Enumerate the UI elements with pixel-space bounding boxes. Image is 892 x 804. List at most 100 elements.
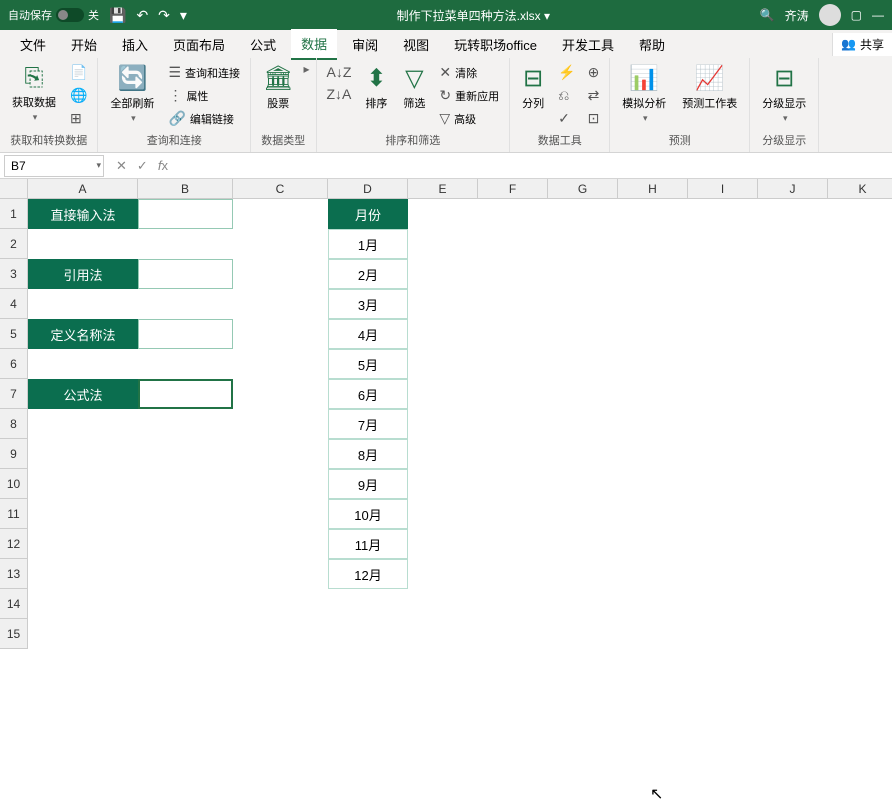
cell-A3[interactable]: 引用法 — [28, 259, 138, 289]
cancel-icon[interactable]: ✕ — [116, 158, 127, 174]
cell-A1[interactable]: 直接输入法 — [28, 199, 138, 229]
col-header-F[interactable]: F — [478, 179, 548, 199]
row-header-15[interactable]: 15 — [0, 619, 28, 649]
row-header-9[interactable]: 9 — [0, 439, 28, 469]
row-header-1[interactable]: 1 — [0, 199, 28, 229]
refresh-all-button[interactable]: 🔄 全部刷新 — [104, 62, 160, 126]
name-box-dropdown-icon[interactable]: ▾ — [96, 160, 101, 171]
cell-D8[interactable]: 7月 — [328, 409, 408, 439]
data-validation-button[interactable]: ✓ — [554, 108, 579, 129]
from-table-button[interactable]: ⊞ — [66, 108, 91, 129]
tab-page-layout[interactable]: 页面布局 — [163, 30, 235, 59]
consolidate-button[interactable]: ⊕ — [584, 62, 604, 83]
cell-B3[interactable] — [138, 259, 233, 289]
cell-D10[interactable]: 9月 — [328, 469, 408, 499]
text-to-col-button[interactable]: ⊟ 分列 — [516, 62, 550, 113]
row-header-6[interactable]: 6 — [0, 349, 28, 379]
col-header-A[interactable]: A — [28, 179, 138, 199]
reapply-button[interactable]: ↻重新应用 — [435, 85, 503, 106]
minimize-icon[interactable]: — — [872, 8, 884, 22]
properties-button[interactable]: ⋮属性 — [164, 85, 244, 106]
tab-file[interactable]: 文件 — [10, 30, 56, 59]
advanced-button[interactable]: ▽高级 — [435, 108, 503, 129]
col-header-B[interactable]: B — [138, 179, 233, 199]
queries-conn-button[interactable]: ☰查询和连接 — [164, 62, 244, 83]
row-header-12[interactable]: 12 — [0, 529, 28, 559]
from-web-button[interactable]: 🌐 — [66, 85, 91, 106]
get-data-button[interactable]: ⎘ 获取数据 — [6, 62, 62, 125]
cell-A7[interactable]: 公式法 — [28, 379, 138, 409]
cell-D1[interactable]: 月份 — [328, 199, 408, 229]
row-header-13[interactable]: 13 — [0, 559, 28, 589]
cell-D6[interactable]: 5月 — [328, 349, 408, 379]
select-all-corner[interactable] — [0, 179, 28, 199]
formula-input[interactable] — [176, 155, 892, 177]
tab-developer[interactable]: 开发工具 — [552, 30, 624, 59]
cell-D12[interactable]: 11月 — [328, 529, 408, 559]
remove-dup-button[interactable]: ⎌ — [554, 85, 579, 106]
dtypes-more-icon[interactable]: ▸ — [303, 62, 309, 76]
row-header-7[interactable]: 7 — [0, 379, 28, 409]
cell-D2[interactable]: 1月 — [328, 229, 408, 259]
undo-icon[interactable]: ↶ — [136, 7, 148, 24]
tab-wps[interactable]: 玩转职场office — [444, 30, 547, 59]
row-header-4[interactable]: 4 — [0, 289, 28, 319]
tab-home[interactable]: 开始 — [61, 30, 107, 59]
row-header-3[interactable]: 3 — [0, 259, 28, 289]
col-header-C[interactable]: C — [233, 179, 328, 199]
toggle-off-icon[interactable] — [56, 8, 84, 22]
row-header-8[interactable]: 8 — [0, 409, 28, 439]
cell-B7[interactable] — [138, 379, 233, 409]
data-model-button[interactable]: ⊡ — [584, 108, 604, 129]
cell-A5[interactable]: 定义名称法 — [28, 319, 138, 349]
redo-icon[interactable]: ↷ — [158, 7, 170, 24]
search-icon[interactable]: 🔍 — [760, 8, 775, 22]
flash-fill-button[interactable]: ⚡ — [554, 62, 579, 83]
col-header-I[interactable]: I — [688, 179, 758, 199]
row-header-10[interactable]: 10 — [0, 469, 28, 499]
share-button[interactable]: 👥 共享 — [832, 33, 892, 56]
ribbon-display-icon[interactable]: ▢ — [851, 8, 862, 22]
sort-button[interactable]: ⬍ 排序 — [359, 62, 393, 113]
tab-formulas[interactable]: 公式 — [240, 30, 286, 59]
clear-button[interactable]: ✕清除 — [435, 62, 503, 83]
group-button[interactable]: ⊟ 分级显示 — [756, 62, 812, 126]
enter-icon[interactable]: ✓ — [137, 158, 148, 174]
col-header-D[interactable]: D — [328, 179, 408, 199]
sort-asc-button[interactable]: A↓Z — [323, 62, 356, 82]
name-box[interactable]: B7 ▾ — [4, 155, 104, 177]
whatif-button[interactable]: 📊 模拟分析 — [616, 62, 672, 126]
row-header-5[interactable]: 5 — [0, 319, 28, 349]
col-header-K[interactable]: K — [828, 179, 892, 199]
tab-insert[interactable]: 插入 — [112, 30, 158, 59]
save-icon[interactable]: 💾 — [109, 7, 126, 24]
cell-D13[interactable]: 12月 — [328, 559, 408, 589]
autosave-toggle[interactable]: 自动保存 关 — [8, 7, 99, 23]
forecast-button[interactable]: 📈 预测工作表 — [676, 62, 743, 113]
col-header-G[interactable]: G — [548, 179, 618, 199]
qat-dropdown-icon[interactable]: ▾ — [180, 7, 187, 24]
col-header-J[interactable]: J — [758, 179, 828, 199]
tab-data[interactable]: 数据 — [291, 29, 337, 60]
stocks-button[interactable]: 🏛 股票 — [257, 62, 299, 113]
tab-view[interactable]: 视图 — [393, 30, 439, 59]
fx-icon[interactable]: fx — [158, 158, 168, 174]
tab-help[interactable]: 帮助 — [629, 30, 675, 59]
cell-D7[interactable]: 6月 — [328, 379, 408, 409]
col-header-E[interactable]: E — [408, 179, 478, 199]
cell-D4[interactable]: 3月 — [328, 289, 408, 319]
cell-D5[interactable]: 4月 — [328, 319, 408, 349]
row-header-11[interactable]: 11 — [0, 499, 28, 529]
from-text-button[interactable]: 📄 — [66, 62, 91, 83]
cell-B5[interactable] — [138, 319, 233, 349]
filter-button[interactable]: ▽ 筛选 — [397, 62, 431, 113]
row-header-2[interactable]: 2 — [0, 229, 28, 259]
avatar[interactable] — [819, 4, 841, 26]
edit-links-button[interactable]: 🔗编辑链接 — [164, 108, 244, 129]
relationships-button[interactable]: ⇄ — [584, 85, 604, 106]
cell-D11[interactable]: 10月 — [328, 499, 408, 529]
row-header-14[interactable]: 14 — [0, 589, 28, 619]
tab-review[interactable]: 审阅 — [342, 30, 388, 59]
col-header-H[interactable]: H — [618, 179, 688, 199]
cell-D9[interactable]: 8月 — [328, 439, 408, 469]
